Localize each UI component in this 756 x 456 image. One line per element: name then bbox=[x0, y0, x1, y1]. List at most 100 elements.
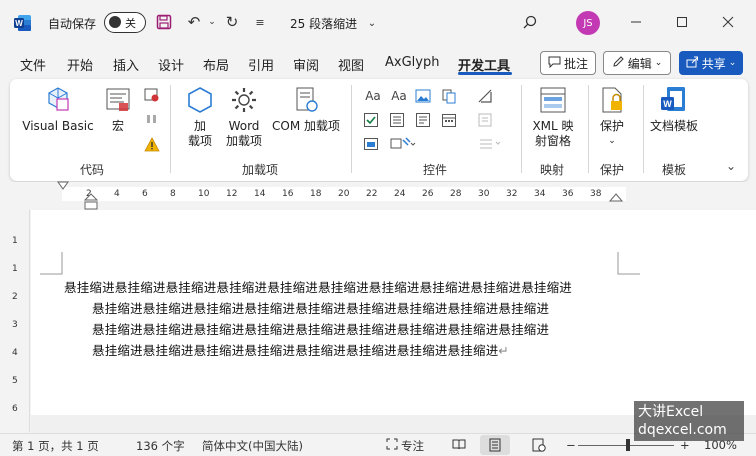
redo-icon[interactable]: ↻ bbox=[222, 12, 242, 32]
vertical-ruler-number: 4 bbox=[12, 348, 18, 358]
tab-review[interactable]: 审阅 bbox=[293, 55, 319, 74]
macro-label: 宏 bbox=[111, 119, 124, 133]
tab-home[interactable]: 开始 bbox=[67, 55, 93, 74]
paragraph-mark-icon: ↵ bbox=[498, 343, 510, 358]
title-dropdown-icon[interactable]: ⌄ bbox=[362, 13, 382, 33]
ruler-number: 32 bbox=[506, 189, 518, 199]
tab-references[interactable]: 引用 bbox=[248, 55, 274, 74]
design-mode-icon[interactable] bbox=[476, 87, 494, 105]
share-button[interactable]: 共享 ⌄ bbox=[679, 51, 743, 75]
ruler-number: 8 bbox=[170, 189, 176, 199]
ruler-number: 36 bbox=[562, 189, 574, 199]
avatar[interactable]: JS bbox=[576, 11, 600, 35]
print-layout-icon[interactable] bbox=[480, 435, 510, 455]
group-separator bbox=[643, 85, 644, 173]
close-icon[interactable] bbox=[718, 12, 738, 32]
group-control-icon[interactable] bbox=[476, 135, 506, 153]
ribbon-panel: Visual Basic 宏 代码 加 载项 Word 加载项 COM 加载项 … bbox=[10, 79, 748, 181]
minimize-icon[interactable] bbox=[626, 12, 646, 32]
tab-file[interactable]: 文件 bbox=[20, 55, 46, 74]
vertical-ruler-number: 2 bbox=[12, 292, 18, 302]
tab-insert[interactable]: 插入 bbox=[113, 55, 139, 74]
hexagon-icon bbox=[188, 87, 212, 113]
document-title[interactable]: 25 段落缩进 bbox=[290, 15, 357, 32]
addins-group-label: 加载项 bbox=[242, 163, 279, 177]
focus-label[interactable]: 专注 bbox=[401, 438, 424, 454]
addins-button[interactable]: 加 载项 bbox=[178, 85, 222, 149]
save-icon[interactable] bbox=[154, 12, 174, 32]
zoom-out-icon[interactable]: − bbox=[566, 438, 576, 452]
macro-button[interactable]: 宏 bbox=[98, 85, 138, 134]
checkbox-control-icon[interactable] bbox=[362, 111, 380, 129]
word-count[interactable]: 136 个字 bbox=[136, 438, 185, 454]
date-picker-control-icon[interactable] bbox=[440, 111, 458, 129]
ruler-number: 34 bbox=[534, 189, 546, 199]
svg-text:W: W bbox=[15, 19, 23, 28]
chevron-down-icon: ⌄ bbox=[654, 58, 663, 68]
protect-button[interactable]: 保护 ⌄ bbox=[592, 85, 632, 149]
edit-label: 编辑 bbox=[627, 56, 652, 71]
group-separator bbox=[351, 85, 352, 173]
com-addins-label: COM 加载项 bbox=[272, 119, 340, 133]
tab-layout[interactable]: 布局 bbox=[203, 55, 229, 74]
ruler-number: 6 bbox=[142, 189, 148, 199]
visual-basic-button[interactable]: Visual Basic bbox=[22, 85, 94, 134]
word-addins-button[interactable]: Word 加载项 bbox=[222, 85, 266, 149]
ruler-number: 14 bbox=[254, 189, 266, 199]
tab-axglyph[interactable]: AxGlyph bbox=[385, 55, 439, 70]
rich-text-control-icon[interactable]: Aa bbox=[362, 87, 384, 105]
plain-text-control-icon[interactable]: Aa bbox=[388, 87, 410, 105]
ruler-number: 28 bbox=[450, 189, 462, 199]
visual-basic-label: Visual Basic bbox=[22, 119, 94, 133]
properties-icon[interactable] bbox=[476, 111, 494, 129]
focus-icon[interactable] bbox=[386, 438, 398, 453]
word-template-icon: W bbox=[661, 87, 685, 111]
toggle-knob bbox=[109, 16, 121, 28]
maximize-icon[interactable] bbox=[672, 12, 692, 32]
comment-button[interactable]: 批注 bbox=[540, 51, 596, 75]
undo-dropdown-icon[interactable]: ⌄ bbox=[202, 12, 222, 32]
com-addins-button[interactable]: COM 加载项 bbox=[268, 85, 344, 134]
page-count[interactable]: 第 1 页，共 1 页 bbox=[12, 438, 99, 454]
combo-box-control-icon[interactable] bbox=[388, 111, 406, 129]
dropdown-list-control-icon[interactable] bbox=[414, 111, 432, 129]
vertical-ruler-number: 1 bbox=[12, 264, 18, 274]
zoom-slider-thumb[interactable] bbox=[626, 439, 630, 451]
building-block-control-icon[interactable] bbox=[440, 87, 458, 105]
xml-mapping-pane-button[interactable]: XML 映 射窗格 bbox=[526, 85, 580, 149]
paragraph-line: 悬挂缩进悬挂缩进悬挂缩进悬挂缩进悬挂缩进悬挂缩进悬挂缩进悬挂缩进悬挂缩进 bbox=[92, 322, 550, 337]
repeating-section-control-icon[interactable] bbox=[362, 135, 380, 153]
margin-corner-mark bbox=[40, 252, 63, 275]
visual-basic-icon bbox=[48, 87, 69, 111]
edit-mode-button[interactable]: 编辑 ⌄ bbox=[603, 51, 671, 75]
language-status[interactable]: 简体中文(中国大陆) bbox=[202, 438, 303, 454]
code-group-label: 代码 bbox=[80, 163, 105, 177]
document-template-label: 文档模板 bbox=[649, 119, 698, 133]
tab-design[interactable]: 设计 bbox=[158, 55, 184, 74]
undo-icon[interactable]: ↶ bbox=[184, 12, 204, 32]
protect-group-label: 保护 bbox=[600, 163, 625, 177]
collapse-ribbon-icon[interactable]: ⌄ bbox=[722, 157, 740, 175]
word-addins-label-2: 加载项 bbox=[225, 134, 262, 148]
ruler-number: 22 bbox=[366, 189, 378, 199]
autosave-toggle[interactable]: 关 bbox=[104, 12, 146, 33]
macro-security-icon[interactable] bbox=[143, 136, 161, 154]
read-mode-icon[interactable] bbox=[452, 438, 466, 453]
document-template-button[interactable]: W 文档模板 bbox=[646, 85, 702, 134]
legacy-tools-icon[interactable] bbox=[388, 135, 418, 153]
ruler-number: 4 bbox=[114, 189, 120, 199]
picture-control-icon[interactable] bbox=[414, 87, 432, 105]
tab-view[interactable]: 视图 bbox=[338, 55, 364, 74]
hanging-indent-paragraph[interactable]: 悬挂缩进悬挂缩进悬挂缩进悬挂缩进悬挂缩进悬挂缩进悬挂缩进悬挂缩进悬挂缩进悬挂缩进… bbox=[64, 277, 624, 361]
pause-recording-icon[interactable] bbox=[143, 110, 161, 128]
search-icon[interactable] bbox=[520, 12, 540, 32]
web-layout-icon[interactable] bbox=[532, 438, 546, 455]
group-separator bbox=[170, 85, 171, 173]
comment-label: 批注 bbox=[563, 56, 588, 71]
right-indent-marker[interactable] bbox=[608, 193, 624, 206]
first-line-indent-marker[interactable] bbox=[57, 181, 69, 194]
record-macro-icon[interactable] bbox=[143, 86, 161, 104]
group-separator bbox=[521, 85, 522, 173]
customize-qat-icon[interactable]: ≡ bbox=[250, 12, 270, 32]
margin-corner-mark bbox=[617, 252, 640, 275]
